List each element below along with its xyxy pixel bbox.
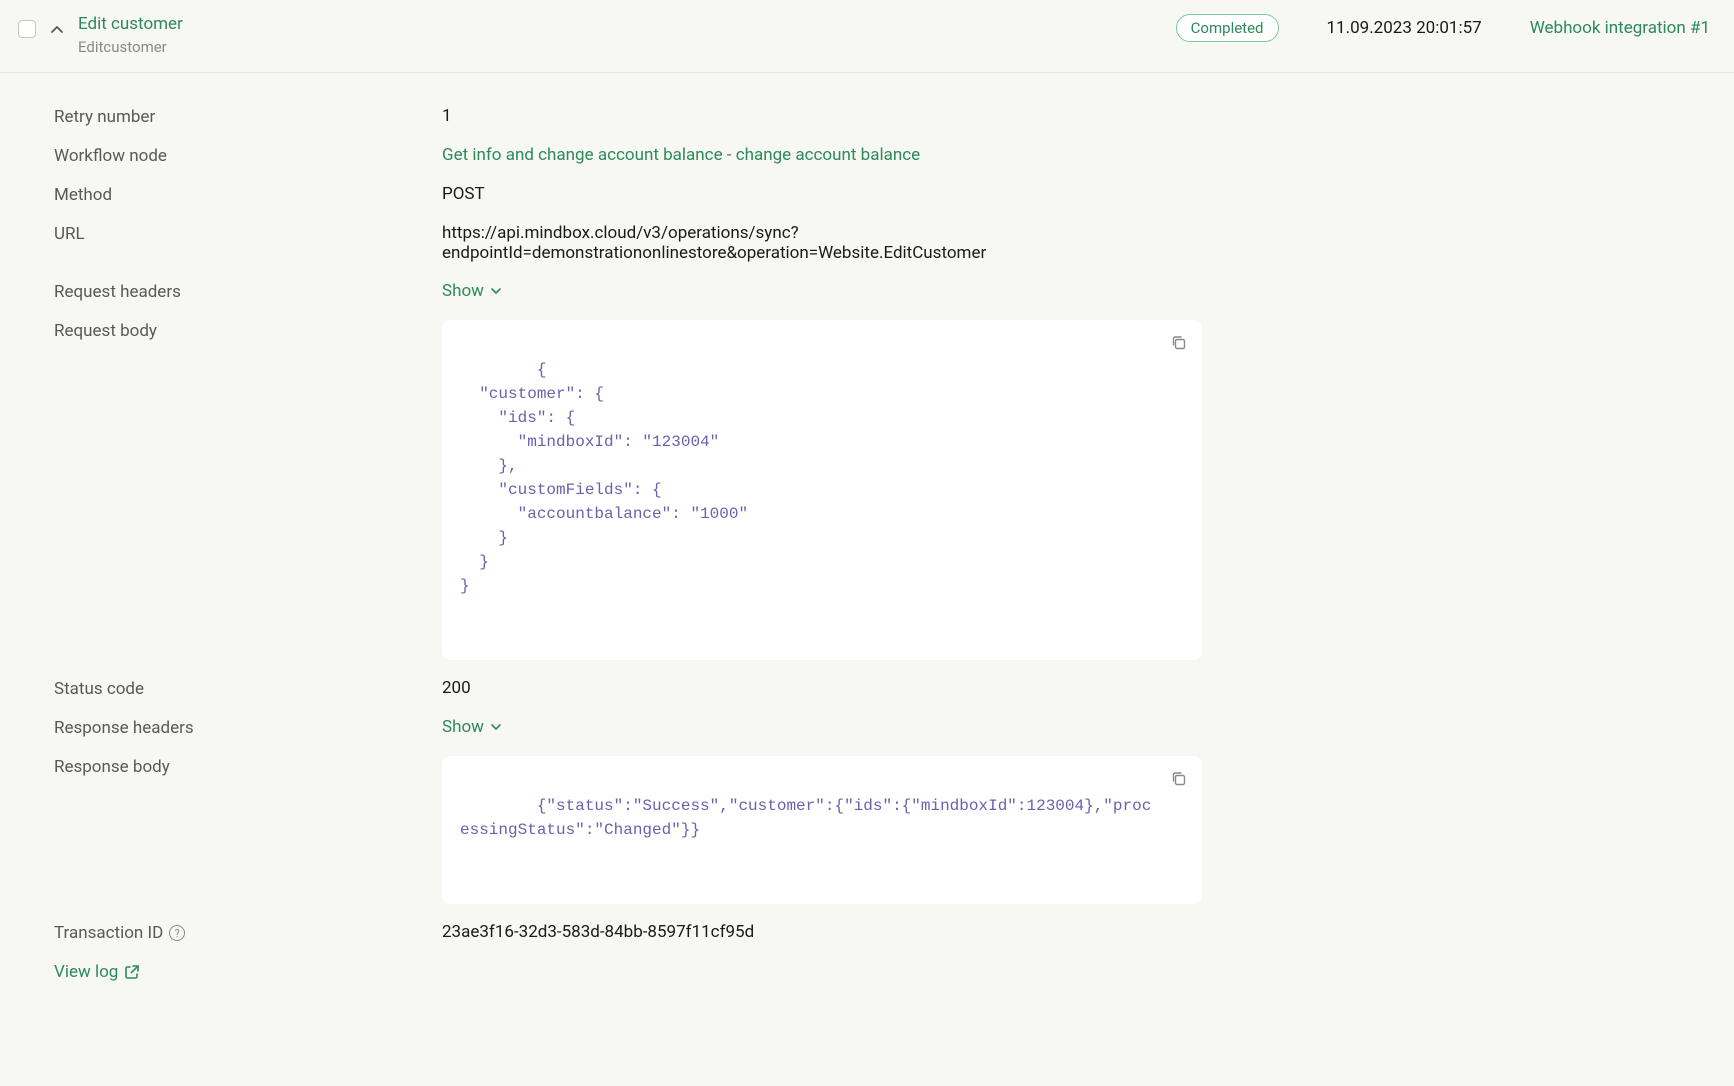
value-request-body: { "customer": { "ids": { "mindboxId": "1…: [442, 320, 1202, 660]
show-label: Show: [442, 717, 484, 737]
label-transaction-id: Transaction ID ?: [54, 922, 442, 943]
select-checkbox[interactable]: [18, 20, 36, 38]
value-retry-number: 1: [442, 106, 1202, 126]
value-workflow-node: Get info and change account balance - ch…: [442, 145, 1202, 165]
header-right: Completed 11.09.2023 20:01:57 Webhook in…: [1176, 14, 1710, 42]
copy-icon: [1170, 334, 1188, 352]
label-url: URL: [54, 223, 442, 244]
view-log-label: View log: [54, 962, 118, 982]
value-response-headers: Show: [442, 717, 1202, 737]
label-retry-number: Retry number: [54, 106, 442, 127]
show-label: Show: [442, 281, 484, 301]
operation-subtitle: Editcustomer: [78, 38, 183, 56]
row-retry-number: Retry number 1: [54, 97, 1710, 136]
integration-link[interactable]: Webhook integration #1: [1530, 18, 1710, 38]
log-entry-header: Edit customer Editcustomer Completed 11.…: [0, 0, 1734, 73]
show-request-headers-toggle[interactable]: Show: [442, 281, 502, 301]
value-request-headers: Show: [442, 281, 1202, 301]
row-response-headers: Response headers Show: [54, 708, 1710, 747]
label-response-body: Response body: [54, 756, 442, 777]
value-response-body: {"status":"Success","customer":{"ids":{"…: [442, 756, 1202, 904]
workflow-node-link[interactable]: Get info and change account balance - ch…: [442, 145, 920, 165]
row-response-body: Response body {"status":"Success","custo…: [54, 747, 1710, 913]
row-status-code: Status code 200: [54, 669, 1710, 708]
label-method: Method: [54, 184, 442, 205]
transaction-id-label-text: Transaction ID: [54, 923, 163, 943]
label-workflow-node: Workflow node: [54, 145, 442, 166]
label-response-headers: Response headers: [54, 717, 442, 738]
copy-response-body-button[interactable]: [1168, 768, 1190, 790]
request-body-code: { "customer": { "ids": { "mindboxId": "1…: [442, 320, 1202, 660]
operation-title-link[interactable]: Edit customer: [78, 14, 183, 34]
label-status-code: Status code: [54, 678, 442, 699]
status-badge: Completed: [1176, 14, 1279, 42]
row-request-headers: Request headers Show: [54, 272, 1710, 311]
external-link-icon: [124, 964, 140, 980]
request-body-text: { "customer": { "ids": { "mindboxId": "1…: [460, 361, 748, 595]
label-request-headers: Request headers: [54, 281, 442, 302]
log-details: Retry number 1 Workflow node Get info an…: [0, 73, 1734, 1006]
collapse-toggle[interactable]: [50, 23, 64, 37]
row-method: Method POST: [54, 175, 1710, 214]
title-block: Edit customer Editcustomer: [78, 14, 183, 56]
row-workflow-node: Workflow node Get info and change accoun…: [54, 136, 1710, 175]
copy-icon: [1170, 770, 1188, 788]
value-transaction-id: 23ae3f16-32d3-583d-84bb-8597f11cf95d: [442, 922, 1202, 942]
timestamp: 11.09.2023 20:01:57: [1327, 18, 1482, 38]
value-method: POST: [442, 184, 1202, 204]
label-request-body: Request body: [54, 320, 442, 341]
row-url: URL https://api.mindbox.cloud/v3/operati…: [54, 214, 1710, 272]
value-status-code: 200: [442, 678, 1202, 698]
response-body-text: {"status":"Success","customer":{"ids":{"…: [460, 797, 1151, 839]
chevron-down-icon: [490, 285, 502, 297]
copy-request-body-button[interactable]: [1168, 332, 1190, 354]
view-log-link[interactable]: View log: [54, 962, 140, 982]
chevron-up-icon: [50, 23, 64, 37]
response-body-code: {"status":"Success","customer":{"ids":{"…: [442, 756, 1202, 904]
value-url: https://api.mindbox.cloud/v3/operations/…: [442, 223, 1202, 263]
show-response-headers-toggle[interactable]: Show: [442, 717, 502, 737]
row-transaction-id: Transaction ID ? 23ae3f16-32d3-583d-84bb…: [54, 913, 1710, 952]
header-left: Edit customer Editcustomer: [18, 14, 183, 56]
row-request-body: Request body { "customer": { "ids": { "m…: [54, 311, 1710, 669]
chevron-down-icon: [490, 721, 502, 733]
help-icon[interactable]: ?: [169, 925, 185, 941]
